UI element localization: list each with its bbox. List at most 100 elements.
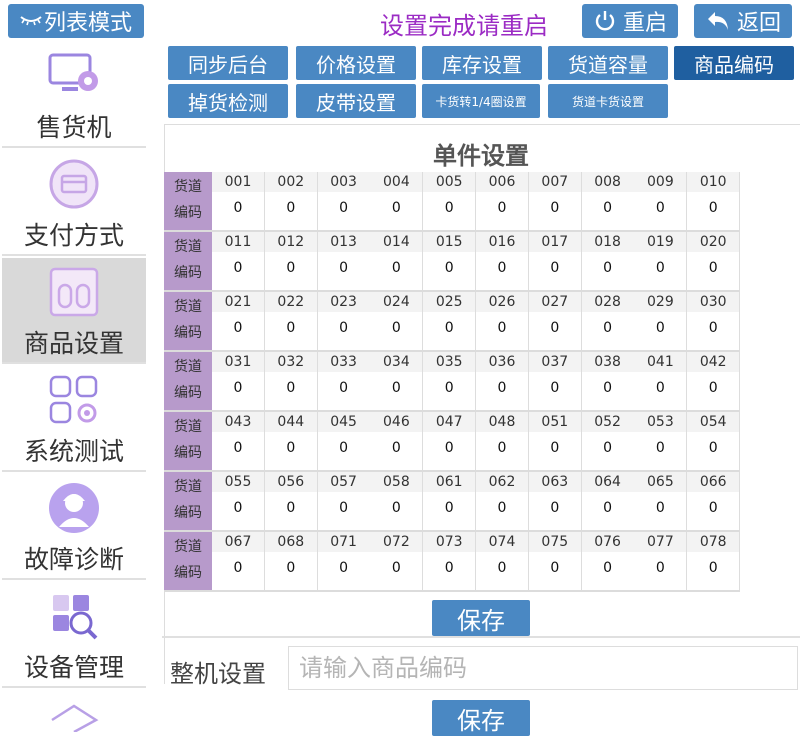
product-code-value[interactable]: 0 — [687, 200, 739, 216]
product-code-value[interactable]: 0 — [476, 560, 528, 576]
lane-cell[interactable]: 075 0 — [528, 532, 582, 590]
product-code-value[interactable]: 0 — [687, 560, 739, 576]
lane-cell[interactable]: 027 0 — [528, 292, 582, 350]
product-code-value[interactable]: 0 — [265, 320, 317, 336]
lane-cell[interactable]: 056 0 — [264, 472, 318, 530]
lane-cell[interactable]: 041 0 — [634, 352, 688, 410]
sidebar-item-device-management[interactable]: 设备管理 — [2, 582, 146, 688]
sidebar-item-payment[interactable]: 支付方式 — [2, 150, 146, 256]
sidebar-item-product-settings[interactable]: 商品设置 — [2, 258, 146, 364]
product-code-value[interactable]: 0 — [423, 440, 475, 456]
product-code-value[interactable]: 0 — [634, 440, 686, 456]
lane-cell[interactable]: 029 0 — [634, 292, 688, 350]
product-code-value[interactable]: 0 — [212, 260, 264, 276]
sidebar-item-diagnosis[interactable]: 故障诊断 — [2, 474, 146, 580]
lane-cell[interactable]: 067 0 — [212, 532, 265, 590]
lane-cell[interactable]: 003 0 — [317, 172, 371, 230]
lane-cell[interactable]: 077 0 — [634, 532, 688, 590]
lane-cell[interactable]: 047 0 — [423, 412, 477, 470]
product-code-value[interactable]: 0 — [370, 500, 422, 516]
product-code-value[interactable]: 0 — [265, 380, 317, 396]
back-button[interactable]: 返回 — [694, 4, 792, 38]
product-code-value[interactable]: 0 — [687, 380, 739, 396]
product-code-value[interactable]: 0 — [582, 320, 634, 336]
product-code-value[interactable]: 0 — [265, 260, 317, 276]
lane-cell[interactable]: 028 0 — [581, 292, 635, 350]
lane-cell[interactable]: 017 0 — [528, 232, 582, 290]
product-code-value[interactable]: 0 — [529, 260, 581, 276]
lane-cell[interactable]: 011 0 — [212, 232, 265, 290]
tab-price-settings[interactable]: 价格设置 — [296, 46, 416, 80]
product-code-value[interactable]: 0 — [476, 200, 528, 216]
lane-cell[interactable]: 014 0 — [370, 232, 424, 290]
lane-cell[interactable]: 065 0 — [634, 472, 688, 530]
product-code-value[interactable]: 0 — [212, 500, 264, 516]
lane-cell[interactable]: 068 0 — [264, 532, 318, 590]
lane-cell[interactable]: 042 0 — [687, 352, 741, 410]
lane-cell[interactable]: 022 0 — [264, 292, 318, 350]
lane-cell[interactable]: 058 0 — [370, 472, 424, 530]
lane-cell[interactable]: 057 0 — [317, 472, 371, 530]
lane-cell[interactable]: 073 0 — [423, 532, 477, 590]
lane-cell[interactable]: 032 0 — [264, 352, 318, 410]
product-code-value[interactable]: 0 — [529, 200, 581, 216]
product-code-value[interactable]: 0 — [529, 320, 581, 336]
product-code-value[interactable]: 0 — [582, 260, 634, 276]
product-code-value[interactable]: 0 — [634, 560, 686, 576]
product-code-value[interactable]: 0 — [265, 440, 317, 456]
lane-cell[interactable]: 015 0 — [423, 232, 477, 290]
sidebar-item-system-test[interactable]: 系统测试 — [2, 366, 146, 472]
sidebar-item-more[interactable] — [2, 690, 146, 742]
lane-cell[interactable]: 019 0 — [634, 232, 688, 290]
product-code-value[interactable]: 0 — [423, 200, 475, 216]
lane-cell[interactable]: 005 0 — [423, 172, 477, 230]
lane-cell[interactable]: 043 0 — [212, 412, 265, 470]
lane-cell[interactable]: 024 0 — [370, 292, 424, 350]
product-code-value[interactable]: 0 — [212, 560, 264, 576]
product-code-value[interactable]: 0 — [476, 500, 528, 516]
product-code-value[interactable]: 0 — [476, 260, 528, 276]
product-code-value[interactable]: 0 — [370, 560, 422, 576]
product-code-value[interactable]: 0 — [582, 380, 634, 396]
lane-cell[interactable]: 066 0 — [687, 472, 741, 530]
whole-machine-save-button[interactable]: 保存 — [432, 700, 530, 736]
product-code-value[interactable]: 0 — [423, 320, 475, 336]
lane-cell[interactable]: 071 0 — [317, 532, 371, 590]
product-code-value[interactable]: 0 — [582, 500, 634, 516]
product-code-value[interactable]: 0 — [687, 500, 739, 516]
lane-cell[interactable]: 054 0 — [687, 412, 741, 470]
tab-product-code[interactable]: 商品编码 — [674, 46, 794, 80]
product-code-value[interactable]: 0 — [634, 380, 686, 396]
lane-cell[interactable]: 030 0 — [687, 292, 741, 350]
lane-cell[interactable]: 031 0 — [212, 352, 265, 410]
lane-cell[interactable]: 008 0 — [581, 172, 635, 230]
lane-cell[interactable]: 061 0 — [423, 472, 477, 530]
lane-cell[interactable]: 038 0 — [581, 352, 635, 410]
lane-cell[interactable]: 064 0 — [581, 472, 635, 530]
product-code-value[interactable]: 0 — [582, 440, 634, 456]
restart-button[interactable]: 重启 — [582, 4, 678, 38]
product-code-value[interactable]: 0 — [687, 320, 739, 336]
product-code-value[interactable]: 0 — [318, 500, 370, 516]
lane-cell[interactable]: 035 0 — [423, 352, 477, 410]
lane-cell[interactable]: 051 0 — [528, 412, 582, 470]
lane-cell[interactable]: 012 0 — [264, 232, 318, 290]
product-code-value[interactable]: 0 — [529, 440, 581, 456]
tab-lane-capacity[interactable]: 货道容量 — [548, 46, 668, 80]
lane-cell[interactable]: 045 0 — [317, 412, 371, 470]
lane-cell[interactable]: 034 0 — [370, 352, 424, 410]
lane-cell[interactable]: 063 0 — [528, 472, 582, 530]
lane-cell[interactable]: 002 0 — [264, 172, 318, 230]
product-code-value[interactable]: 0 — [423, 560, 475, 576]
save-button[interactable]: 保存 — [432, 600, 530, 636]
product-code-value[interactable]: 0 — [687, 440, 739, 456]
lane-cell[interactable]: 076 0 — [581, 532, 635, 590]
product-code-value[interactable]: 0 — [634, 320, 686, 336]
product-code-value[interactable]: 0 — [265, 500, 317, 516]
lane-cell[interactable]: 046 0 — [370, 412, 424, 470]
product-code-value[interactable]: 0 — [476, 380, 528, 396]
lane-cell[interactable]: 044 0 — [264, 412, 318, 470]
lane-cell[interactable]: 036 0 — [476, 352, 529, 410]
product-code-value[interactable]: 0 — [212, 320, 264, 336]
lane-cell[interactable]: 018 0 — [581, 232, 635, 290]
